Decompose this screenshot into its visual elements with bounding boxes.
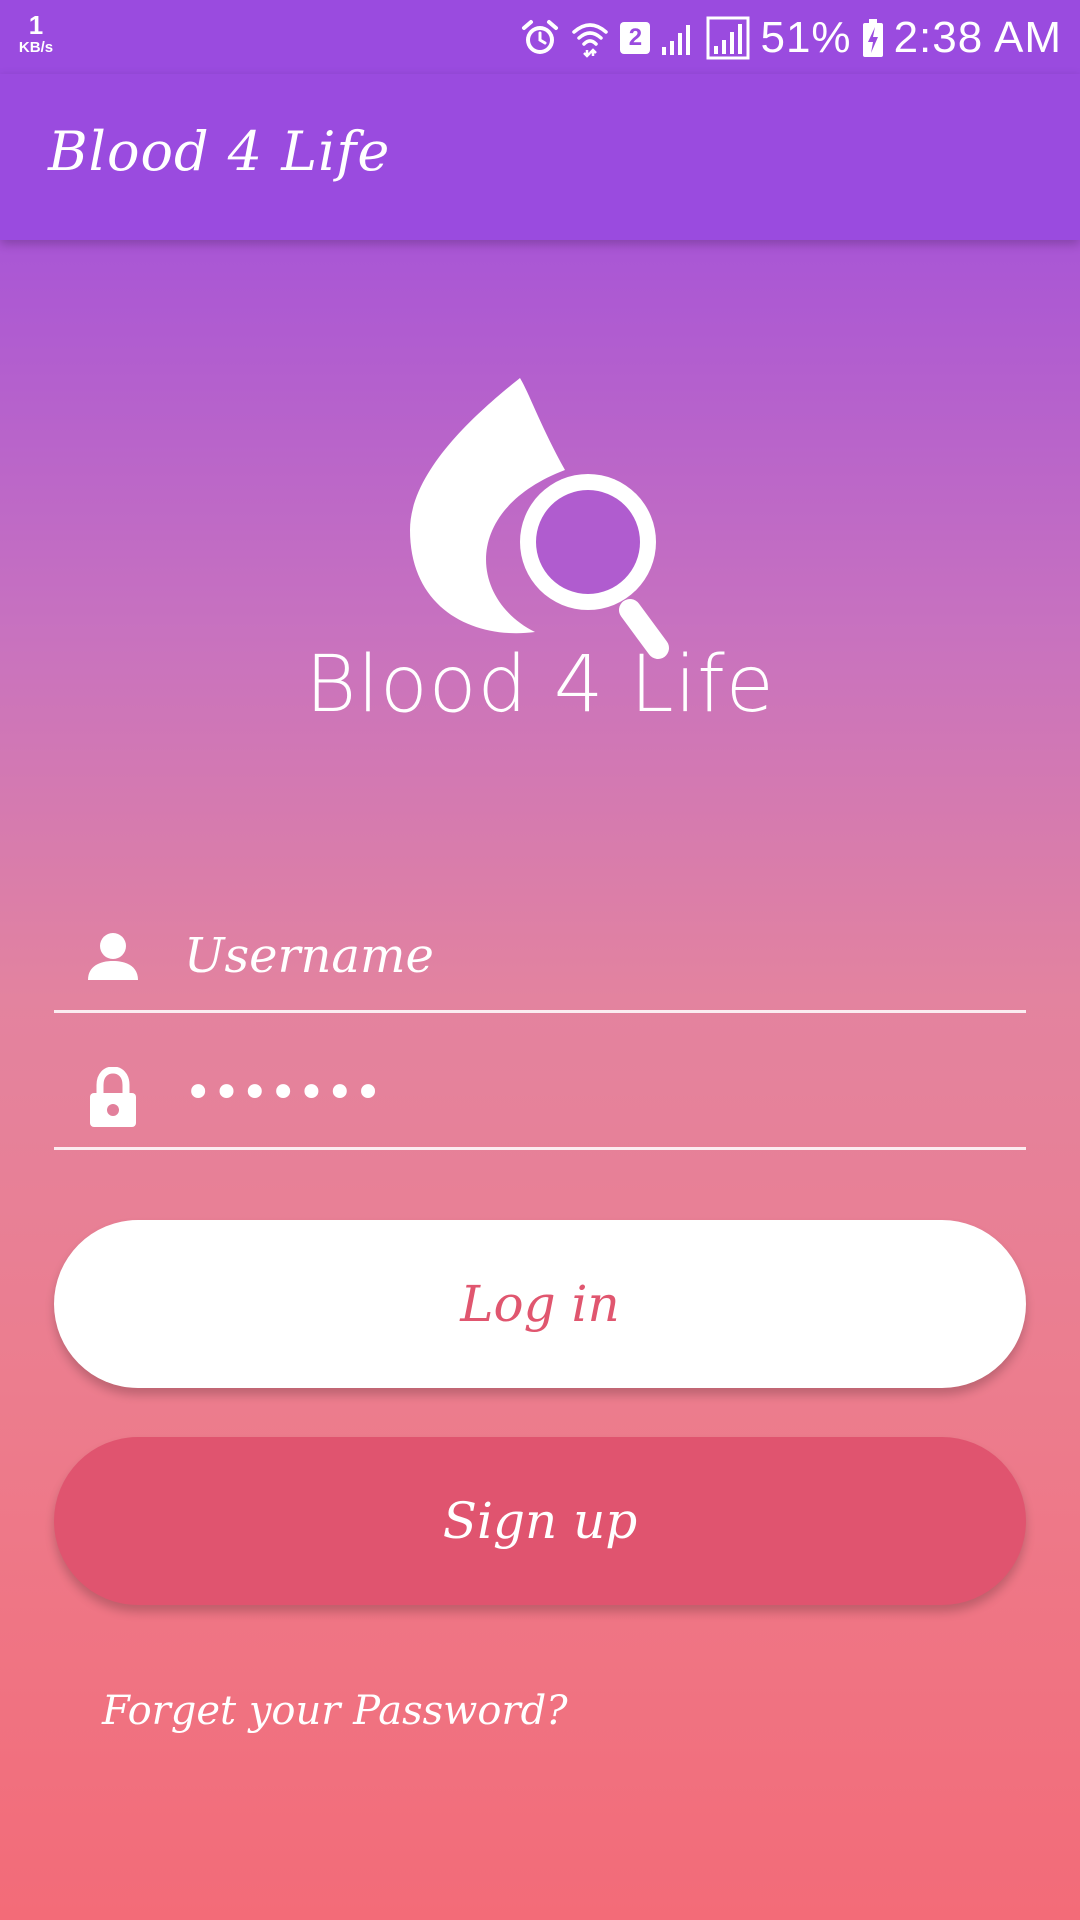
login-screen: 1 KB/s 2 51% 2:38 AM Blood 4 Life Blood … xyxy=(0,0,1080,1920)
person-icon xyxy=(86,930,140,986)
app-bar: Blood 4 Life xyxy=(0,74,1080,240)
wifi-icon xyxy=(570,18,610,58)
login-button[interactable]: Log in xyxy=(54,1220,1026,1388)
network-speed: 1 KB/s xyxy=(14,12,58,55)
network-speed-unit: KB/s xyxy=(18,39,54,56)
alarm-icon xyxy=(520,18,560,58)
password-input[interactable] xyxy=(184,1053,984,1133)
forgot-password-link[interactable]: Forget your Password? xyxy=(102,1688,568,1734)
battery-percent: 51% xyxy=(760,13,852,62)
status-bar: 1 KB/s 2 51% 2:38 AM xyxy=(0,0,1080,74)
battery-charging-icon xyxy=(862,18,884,58)
sim-slot-badge: 2 xyxy=(620,22,651,54)
signal-full-icon xyxy=(706,16,750,60)
status-icons: 2 51% 2:38 AM xyxy=(520,10,1062,66)
network-speed-value: 1 xyxy=(28,10,44,40)
signup-button[interactable]: Sign up xyxy=(54,1437,1026,1605)
lock-icon xyxy=(86,1066,140,1127)
clock: 2:38 AM xyxy=(893,13,1062,62)
username-input[interactable] xyxy=(184,916,984,996)
username-field[interactable] xyxy=(54,890,1026,1013)
password-field[interactable] xyxy=(54,1027,1026,1150)
signal-icon xyxy=(660,19,696,57)
logo-text: Blood 4 Life xyxy=(305,640,775,730)
app-title: Blood 4 Life xyxy=(48,120,391,183)
